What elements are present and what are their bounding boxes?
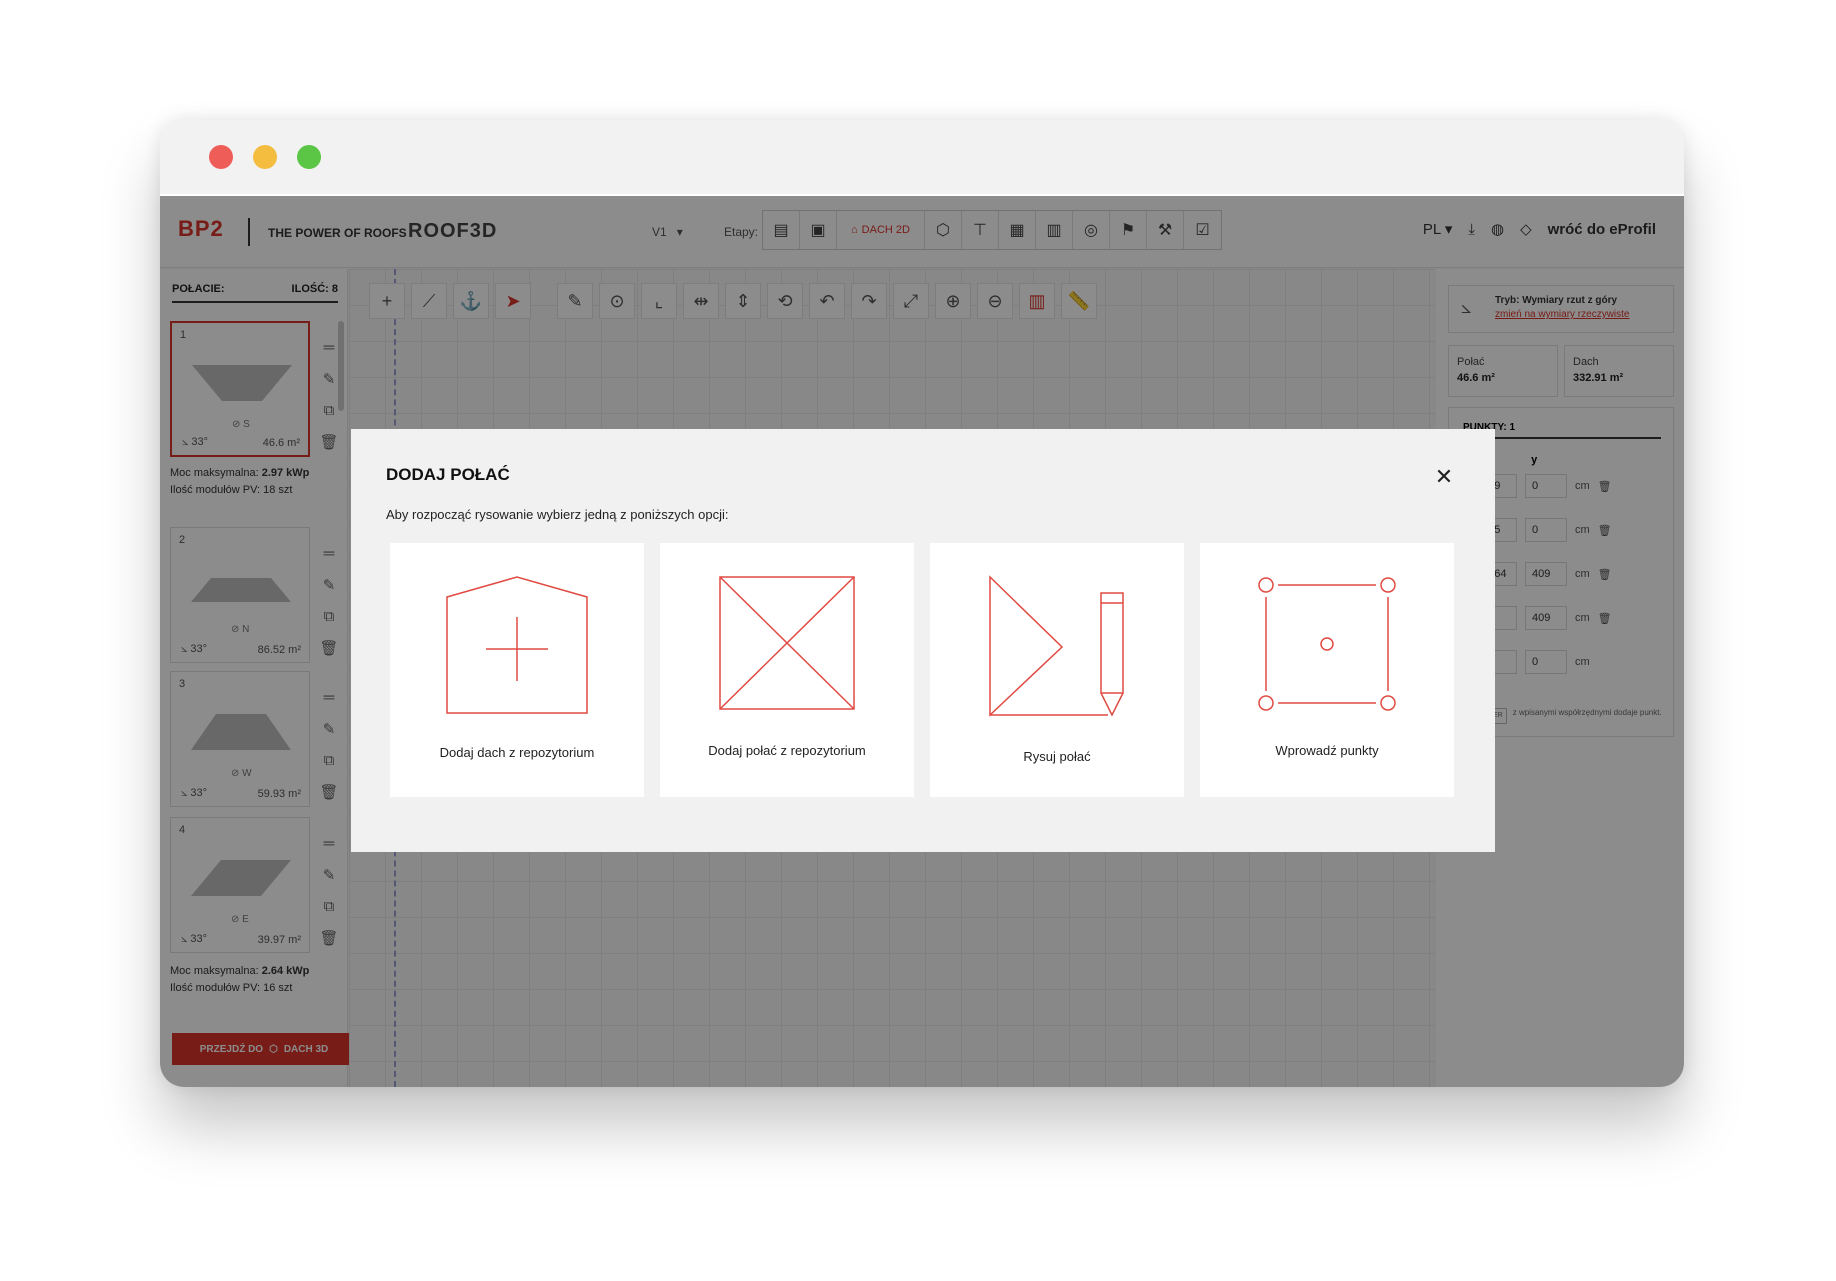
modal-subtitle: Aby rozpocząć rysowanie wybierz jedną z … [386, 507, 729, 522]
close-icon[interactable]: ✕ [1433, 466, 1455, 489]
close-window-button[interactable] [209, 145, 233, 169]
browser-window: BP2 THE POWER OF ROOFS ROOF3D V1 ▾ Etapy… [160, 120, 1684, 1087]
option-draw-face[interactable]: Rysuj połać [930, 543, 1184, 797]
option-label: Dodaj dach z repozytorium [439, 745, 595, 760]
option-add-face-from-repository[interactable]: Dodaj połać z repozytorium [660, 543, 914, 797]
option-label: Rysuj połać [1023, 749, 1091, 764]
add-face-modal: DODAJ POŁAĆ ✕ Aby rozpocząć rysowanie wy… [351, 429, 1495, 852]
crossed-square-icon [719, 576, 855, 710]
app-root: BP2 THE POWER OF ROOFS ROOF3D V1 ▾ Etapy… [160, 196, 1684, 1087]
modal-title: DODAJ POŁAĆ [386, 465, 510, 484]
maximize-window-button[interactable] [297, 145, 321, 169]
points-square-icon [1258, 577, 1396, 711]
window-titlebar [160, 120, 1684, 194]
screenshot-stage: BP2 THE POWER OF ROOFS ROOF3D V1 ▾ Etapy… [0, 0, 1836, 1281]
option-label: Dodaj połać z repozytorium [708, 743, 866, 758]
option-add-roof-from-repository[interactable]: Dodaj dach z repozytorium [390, 543, 644, 797]
option-enter-points[interactable]: Wprowadź punkty [1200, 543, 1454, 797]
minimize-window-button[interactable] [253, 145, 277, 169]
option-label: Wprowadź punkty [1275, 743, 1379, 758]
